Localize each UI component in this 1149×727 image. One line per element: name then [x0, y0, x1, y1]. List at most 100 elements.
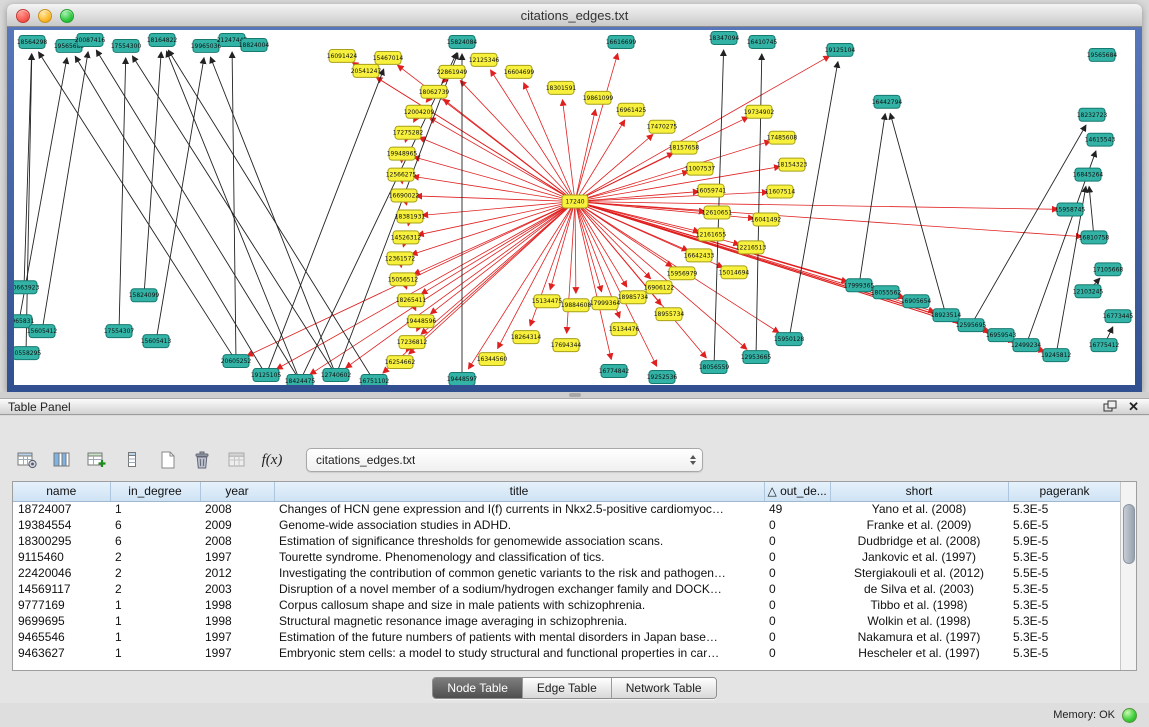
table-cell[interactable]: 14569117: [13, 581, 110, 597]
column-header-2[interactable]: year: [200, 482, 274, 501]
tab-edge-table[interactable]: Edge Table: [522, 678, 611, 698]
table-cell[interactable]: 9777169: [13, 597, 110, 613]
table-cell[interactable]: 1998: [200, 613, 274, 629]
graph-node[interactable]: 18232723: [1077, 108, 1108, 121]
graph-node[interactable]: 16845264: [1073, 168, 1104, 181]
table-cell[interactable]: Jankovic et al. (1997): [830, 549, 1008, 565]
float-panel-icon[interactable]: [1103, 400, 1118, 413]
table-cell[interactable]: 5.6E-5: [1008, 517, 1121, 533]
graph-node[interactable]: 15134475: [532, 295, 563, 308]
graph-node[interactable]: 19125104: [825, 43, 856, 56]
table-cell[interactable]: Tourette syndrome. Phenomenology and cla…: [274, 549, 764, 565]
table-cell[interactable]: 9465546: [13, 629, 110, 645]
table-row[interactable]: 969969511998Structural magnetic resonanc…: [13, 613, 1121, 629]
table-cell[interactable]: 5.5E-5: [1008, 565, 1121, 581]
table-cell[interactable]: 5.9E-5: [1008, 533, 1121, 549]
table-cell[interactable]: Hescheler et al. (1997): [830, 645, 1008, 661]
graph-node[interactable]: 16041492: [751, 213, 782, 226]
table-row[interactable]: 1830029562008Estimation of significance …: [13, 533, 1121, 549]
table-cell[interactable]: 19384554: [13, 517, 110, 533]
table-cell[interactable]: 5.3E-5: [1008, 645, 1121, 661]
show-columns-button[interactable]: [47, 447, 77, 473]
graph-node[interactable]: 16254662: [385, 356, 416, 369]
graph-node[interactable]: 15605412: [27, 325, 58, 338]
graph-node[interactable]: 11607514: [765, 185, 796, 198]
graph-node[interactable]: 18985734: [618, 291, 649, 304]
table-cell[interactable]: 2: [110, 549, 200, 565]
table-cell[interactable]: 2: [110, 581, 200, 597]
delete-table-button[interactable]: [222, 447, 252, 473]
graph-node[interactable]: 17236812: [397, 336, 428, 349]
graph-node[interactable]: 18955734: [654, 308, 685, 321]
table-cell[interactable]: 6: [110, 517, 200, 533]
graph-node[interactable]: 18424475: [285, 375, 316, 385]
minimize-window-button[interactable]: [38, 9, 52, 23]
graph-node[interactable]: 19448596: [406, 315, 437, 328]
graph-node[interactable]: 16344560: [477, 353, 508, 366]
tab-node-table[interactable]: Node Table: [433, 678, 522, 698]
graph-node[interactable]: 12740602: [321, 369, 352, 382]
table-cell[interactable]: 0: [764, 533, 830, 549]
table-cell[interactable]: de Silva et al. (2003): [830, 581, 1008, 597]
new-document-button[interactable]: [152, 447, 182, 473]
graph-node[interactable]: 18301591: [546, 81, 577, 94]
table-cell[interactable]: 2008: [200, 501, 274, 517]
graph-node[interactable]: 16616699: [606, 35, 637, 48]
graph-node[interactable]: 18056559: [699, 361, 730, 374]
table-cell[interactable]: 5.3E-5: [1008, 613, 1121, 629]
table-selector-dropdown[interactable]: citations_edges.txt: [306, 448, 703, 472]
table-cell[interactable]: 0: [764, 549, 830, 565]
table-cell[interactable]: 2009: [200, 517, 274, 533]
table-cell[interactable]: 1: [110, 645, 200, 661]
graph-node[interactable]: 12566275: [386, 168, 417, 181]
function-builder-button[interactable]: f(x): [257, 447, 287, 473]
graph-node[interactable]: 16091424: [327, 49, 358, 62]
graph-node[interactable]: 12610651: [702, 206, 733, 219]
graph-node[interactable]: 20541247: [351, 64, 382, 77]
graph-node[interactable]: 11007537: [685, 162, 716, 175]
table-cell[interactable]: 6: [110, 533, 200, 549]
table-cell[interactable]: Estimation of significance thresholds fo…: [274, 533, 764, 549]
zoom-window-button[interactable]: [60, 9, 74, 23]
graph-node[interactable]: 17275282: [393, 126, 424, 139]
graph-node[interactable]: 16751102: [359, 375, 390, 385]
graph-node[interactable]: 18062739: [419, 85, 450, 98]
table-cell[interactable]: Genome-wide association studies in ADHD.: [274, 517, 764, 533]
close-panel-icon[interactable]: ✕: [1128, 400, 1139, 413]
table-cell[interactable]: 1: [110, 613, 200, 629]
table-cell[interactable]: Disruption of a novel member of a sodium…: [274, 581, 764, 597]
table-cell[interactable]: 0: [764, 517, 830, 533]
table-row[interactable]: 1872400712008Changes of HCN gene express…: [13, 501, 1121, 517]
graph-node[interactable]: 19884608: [561, 299, 592, 312]
graph-node[interactable]: 17485608: [767, 131, 798, 144]
graph-node[interactable]: 12161655: [696, 228, 727, 241]
graph-node[interactable]: 18055562: [871, 286, 902, 299]
graph-node[interactable]: 17554307: [104, 325, 135, 338]
graph-node[interactable]: 17105668: [1093, 263, 1124, 276]
graph-node[interactable]: 17470275: [647, 120, 678, 133]
graph-node[interactable]: 16442794: [872, 95, 903, 108]
graph-node[interactable]: 19252536: [647, 371, 678, 384]
graph-node[interactable]: 15958745: [1055, 203, 1086, 216]
graph-node[interactable]: 18265411: [396, 294, 427, 307]
table-cell[interactable]: 1: [110, 629, 200, 645]
table-row[interactable]: 977716911998Corpus callosum shape and si…: [13, 597, 1121, 613]
graph-node[interactable]: 12595695: [956, 319, 987, 332]
table-cell[interactable]: Embryonic stem cells: a model to study s…: [274, 645, 764, 661]
table-cell[interactable]: 1: [110, 501, 200, 517]
table-cell[interactable]: Dudbridge et al. (2008): [830, 533, 1008, 549]
table-cell[interactable]: 5.3E-5: [1008, 581, 1121, 597]
table-cell[interactable]: 0: [764, 613, 830, 629]
graph-node[interactable]: 16642433: [684, 249, 715, 262]
table-cell[interactable]: Tibbo et al. (1998): [830, 597, 1008, 613]
table-cell[interactable]: Changes of HCN gene expression and I(f) …: [274, 501, 764, 517]
table-cell[interactable]: Wolkin et al. (1998): [830, 613, 1008, 629]
graph-node[interactable]: 12125346: [469, 53, 500, 66]
table-cell[interactable]: Nakamura et al. (1997): [830, 629, 1008, 645]
table-cell[interactable]: Franke et al. (2009): [830, 517, 1008, 533]
graph-node[interactable]: 18824004: [239, 38, 270, 51]
graph-node[interactable]: 19565684: [1087, 48, 1118, 61]
table-cell[interactable]: Stergiakouli et al. (2012): [830, 565, 1008, 581]
graph-node[interactable]: 16774842: [599, 365, 630, 378]
graph-node[interactable]: 16775412: [1089, 339, 1120, 352]
